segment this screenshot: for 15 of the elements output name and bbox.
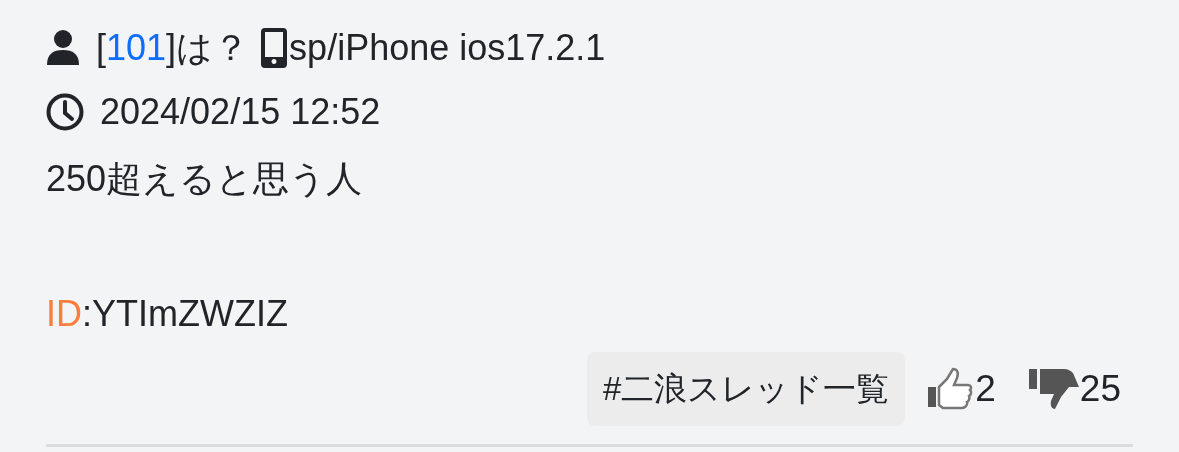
- thumbs-down-icon[interactable]: [1027, 367, 1080, 411]
- id-label: ID: [46, 293, 82, 335]
- post-text: 250超えると思う人: [46, 156, 363, 201]
- like-count: 2: [975, 368, 996, 410]
- device-info: sp/iPhone ios17.2.1: [289, 27, 606, 69]
- dislike-count: 25: [1079, 368, 1121, 410]
- bracket: [: [96, 27, 106, 69]
- timestamp: 2024/02/15 12:52: [100, 91, 381, 133]
- user-id: :YTImZWZIZ: [82, 293, 288, 335]
- user-icon: [46, 29, 80, 67]
- author-name: ]は？: [166, 25, 250, 70]
- clock-icon: [46, 93, 84, 131]
- tag-chip[interactable]: #二浪スレッド一覧: [586, 352, 906, 426]
- phone-icon: [261, 28, 288, 68]
- post-number-link[interactable]: 101: [106, 27, 167, 69]
